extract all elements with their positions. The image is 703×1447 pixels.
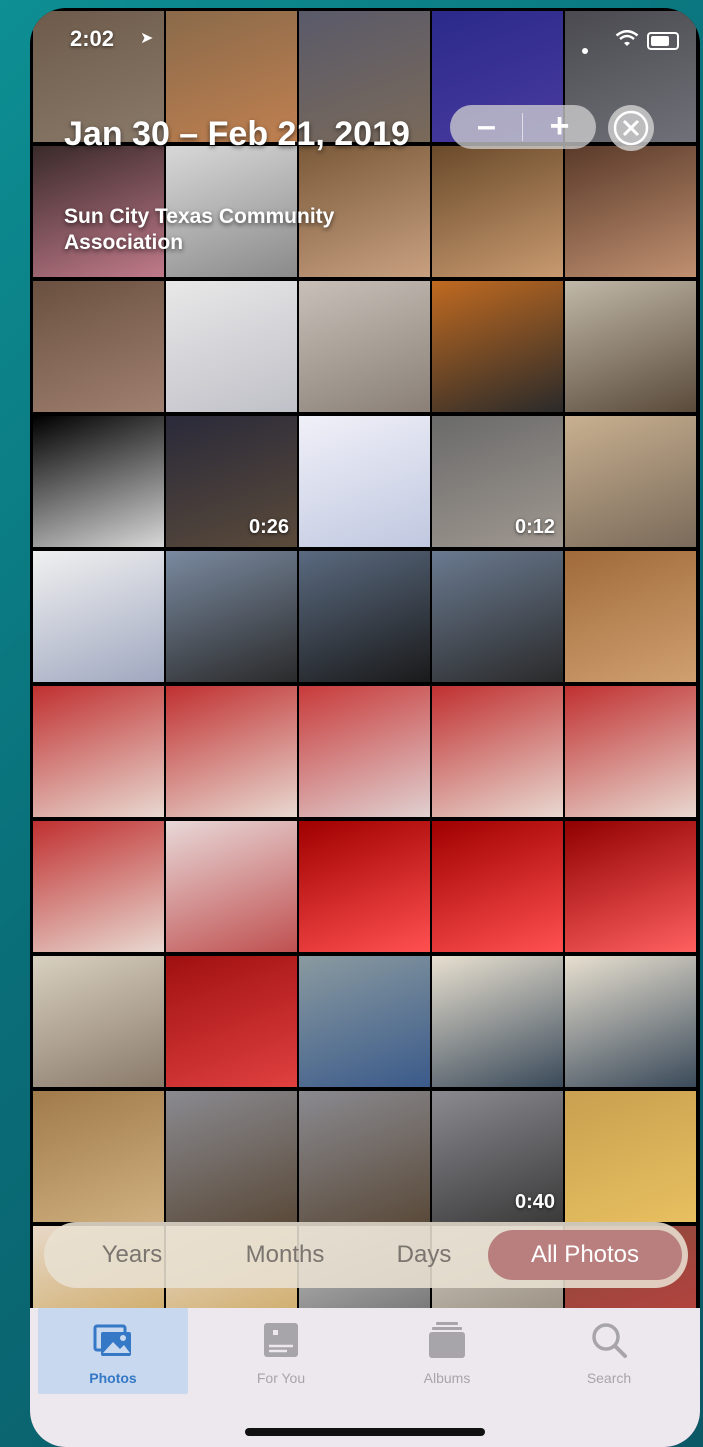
tab-photos[interactable]: Photos bbox=[38, 1308, 188, 1394]
photo-thumbnail[interactable] bbox=[33, 551, 164, 682]
tab-albums-label: Albums bbox=[423, 1370, 471, 1386]
recording-dot-icon bbox=[582, 48, 588, 54]
photo-thumbnail[interactable] bbox=[33, 956, 164, 1087]
photo-thumbnail[interactable]: 0:40 bbox=[432, 1091, 563, 1222]
battery-icon bbox=[647, 32, 679, 50]
photo-thumbnail[interactable] bbox=[565, 1091, 696, 1222]
video-duration: 0:26 bbox=[248, 516, 289, 538]
photo-thumbnail[interactable] bbox=[33, 686, 164, 817]
photo-thumbnail[interactable] bbox=[33, 416, 164, 547]
status-time: 2:02 bbox=[70, 26, 115, 51]
photo-thumbnail[interactable] bbox=[299, 821, 430, 952]
tab-search[interactable]: Search bbox=[534, 1308, 684, 1394]
date-range-title: Jan 30 – Feb 21, 2019 bbox=[64, 115, 410, 153]
close-button[interactable] bbox=[608, 105, 654, 151]
video-duration: 0:12 bbox=[514, 516, 555, 538]
photo-thumbnail[interactable] bbox=[565, 551, 696, 682]
albums-icon bbox=[429, 1322, 465, 1358]
zoom-control: – + bbox=[450, 105, 596, 149]
photo-thumbnail[interactable]: 0:12 bbox=[432, 416, 563, 547]
photo-thumbnail[interactable] bbox=[565, 821, 696, 952]
tab-photos-label: Photos bbox=[89, 1370, 137, 1386]
photo-thumbnail[interactable] bbox=[432, 281, 563, 412]
tab-search-label: Search bbox=[586, 1370, 632, 1386]
photo-thumbnail[interactable] bbox=[565, 281, 696, 412]
phone-screen: 0:26 0:12 0:40 2:02 ➤ Jan 30 – Feb 21, 201… bbox=[30, 8, 700, 1447]
photo-thumbnail[interactable] bbox=[166, 281, 297, 412]
segment-all-photos[interactable]: All Photos bbox=[488, 1230, 682, 1280]
video-duration: 0:40 bbox=[514, 1191, 555, 1213]
photo-thumbnail[interactable] bbox=[565, 416, 696, 547]
photo-thumbnail[interactable] bbox=[33, 821, 164, 952]
location-arrow-icon: ➤ bbox=[140, 30, 154, 47]
photo-thumbnail[interactable] bbox=[166, 551, 297, 682]
photo-thumbnail[interactable] bbox=[565, 146, 696, 277]
photo-thumbnail[interactable] bbox=[33, 1091, 164, 1222]
photo-thumbnail[interactable] bbox=[299, 1091, 430, 1222]
segment-days[interactable]: Days bbox=[366, 1230, 482, 1280]
photo-thumbnail[interactable] bbox=[565, 956, 696, 1087]
location-subtitle: Sun City Texas Community Association bbox=[64, 205, 335, 254]
photo-thumbnail[interactable] bbox=[33, 281, 164, 412]
photo-thumbnail[interactable] bbox=[166, 1091, 297, 1222]
photos-icon bbox=[93, 1324, 131, 1356]
photo-thumbnail[interactable] bbox=[432, 686, 563, 817]
photo-thumbnail[interactable] bbox=[432, 551, 563, 682]
tab-for-you[interactable]: For You bbox=[206, 1308, 356, 1394]
wifi-icon bbox=[615, 30, 639, 46]
photo-thumbnail[interactable] bbox=[299, 416, 430, 547]
view-segment-control: Years Months Days All Photos bbox=[44, 1222, 688, 1288]
segment-months[interactable]: Months bbox=[212, 1230, 358, 1280]
photo-thumbnail[interactable] bbox=[565, 686, 696, 817]
photo-thumbnail[interactable] bbox=[432, 956, 563, 1087]
photo-thumbnail[interactable] bbox=[432, 821, 563, 952]
for-you-icon bbox=[264, 1323, 298, 1357]
zoom-in-button[interactable]: + bbox=[523, 105, 596, 149]
search-icon bbox=[592, 1323, 627, 1358]
photo-thumbnail[interactable] bbox=[432, 146, 563, 277]
photo-thumbnail[interactable] bbox=[299, 956, 430, 1087]
tab-bar: Photos For You Albums Search bbox=[30, 1308, 700, 1447]
photo-thumbnail[interactable]: 0:26 bbox=[166, 416, 297, 547]
tab-albums[interactable]: Albums bbox=[372, 1308, 522, 1394]
tab-for-you-label: For You bbox=[256, 1370, 306, 1386]
close-icon bbox=[613, 110, 649, 146]
zoom-out-button[interactable]: – bbox=[450, 105, 523, 149]
photo-thumbnail[interactable] bbox=[299, 281, 430, 412]
photo-thumbnail[interactable] bbox=[166, 686, 297, 817]
photo-thumbnail[interactable] bbox=[299, 686, 430, 817]
segment-years[interactable]: Years bbox=[62, 1230, 202, 1280]
photo-thumbnail[interactable] bbox=[166, 821, 297, 952]
photo-thumbnail[interactable] bbox=[166, 956, 297, 1087]
photo-thumbnail[interactable] bbox=[299, 551, 430, 682]
home-indicator[interactable] bbox=[245, 1428, 485, 1436]
